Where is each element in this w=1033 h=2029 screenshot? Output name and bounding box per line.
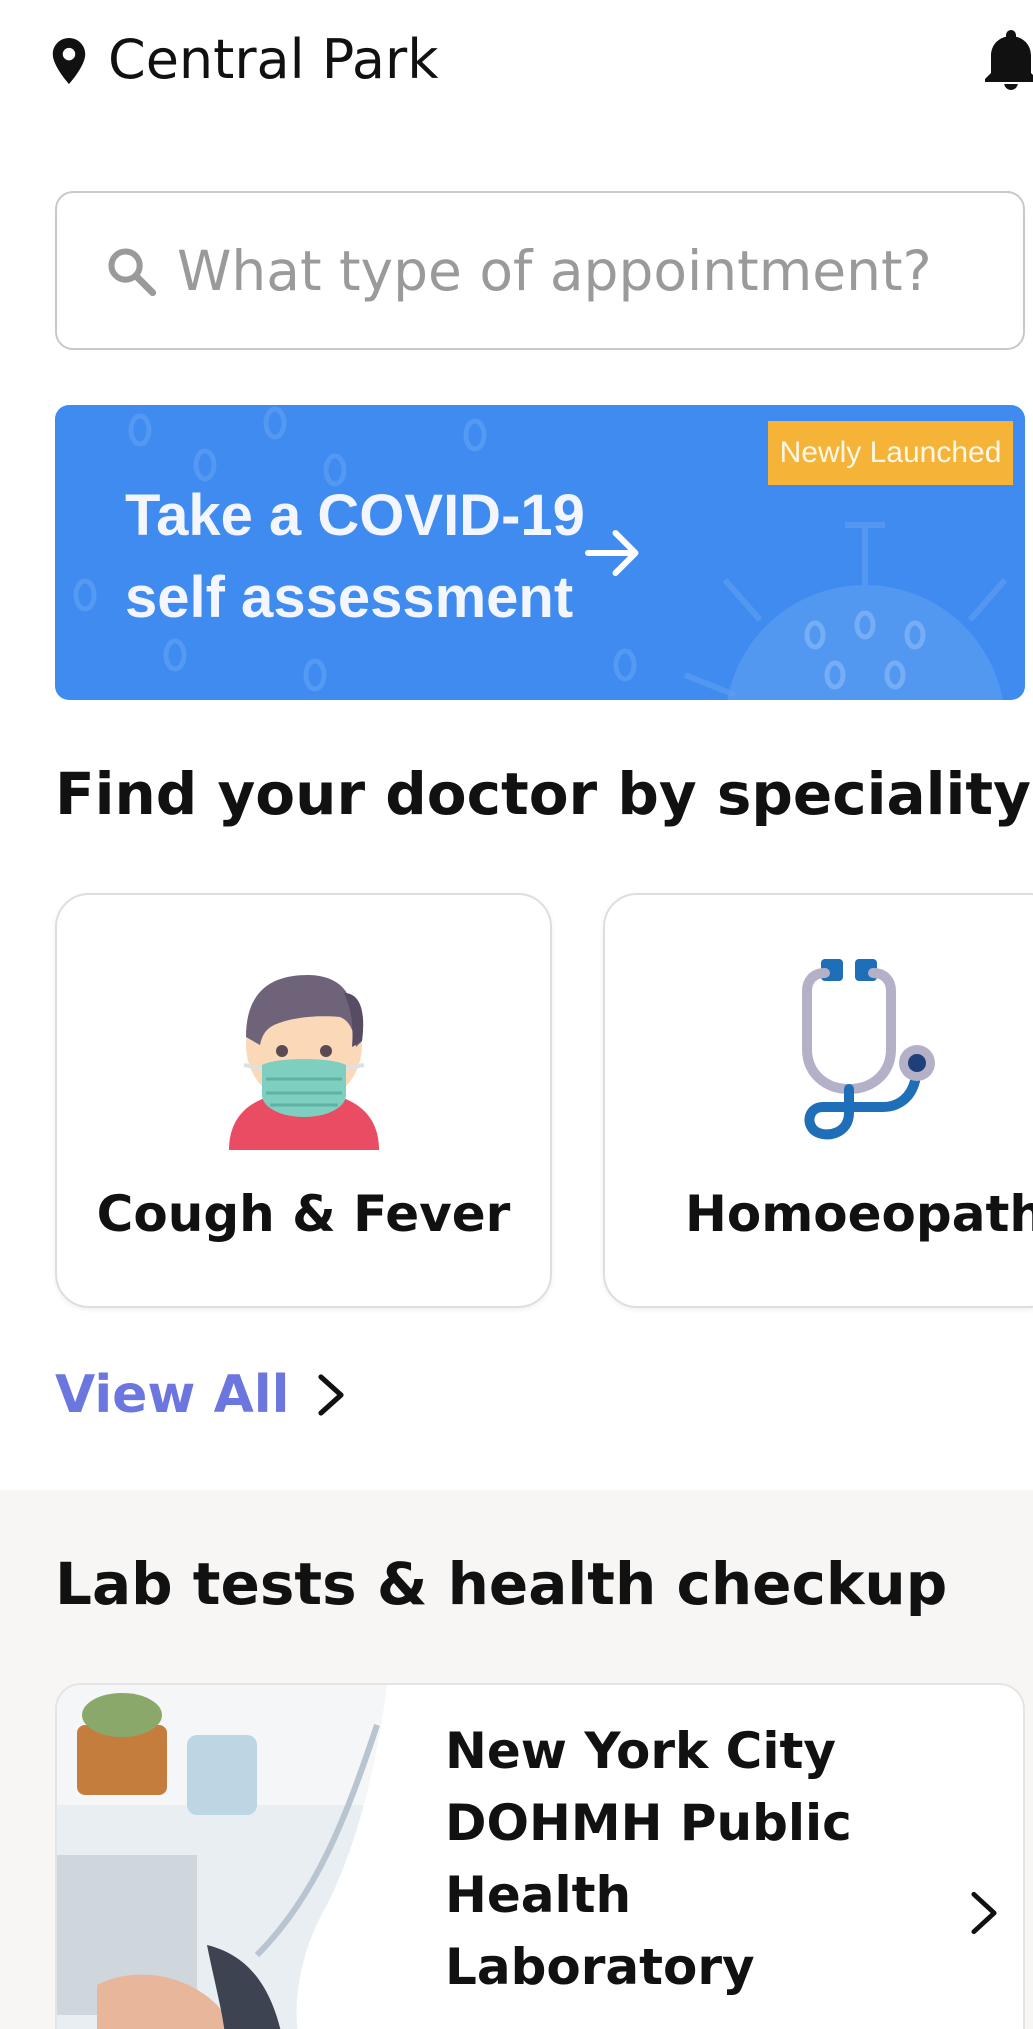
lab-tests-heading: Lab tests & health checkup (55, 1550, 948, 1618)
lab-card[interactable]: New York City DOHMH Public Health Labora… (55, 1683, 1025, 2029)
arrow-right-icon (585, 530, 639, 576)
doctor-photo (57, 1685, 417, 2029)
speciality-card-cough-fever[interactable]: Cough & Fever (55, 893, 552, 1308)
chevron-right-icon[interactable] (967, 1890, 1001, 1936)
lab-name: New York City DOHMH Public Health Labora… (445, 1722, 852, 1996)
masked-person-icon (228, 975, 379, 1150)
stethoscope-icon (802, 959, 935, 1140)
newly-launched-badge: Newly Launched (768, 421, 1013, 485)
search-box[interactable] (55, 191, 1025, 350)
speciality-heading: Find your doctor by speciality (55, 760, 1031, 828)
search-input[interactable] (177, 231, 997, 311)
banner-title: Take a COVID-19 self assessment (125, 483, 585, 630)
speciality-label: Cough & Fever (96, 1185, 511, 1243)
top-bar: Central Park (0, 0, 1033, 120)
location-pin-icon[interactable] (52, 38, 86, 84)
view-all-label: View All (55, 1365, 290, 1425)
speciality-card-homoeopath[interactable]: Homoeopath (603, 893, 1033, 1308)
view-all-link[interactable]: View All (55, 1365, 351, 1425)
speciality-label: Homoeopath (685, 1185, 1033, 1243)
chevron-right-icon (318, 1374, 345, 1416)
covid-assessment-banner[interactable]: Take a COVID-19 self assessment Newly La… (55, 405, 1025, 700)
notification-bell-icon[interactable] (985, 30, 1033, 90)
location-label[interactable]: Central Park (108, 26, 439, 94)
search-icon (108, 248, 157, 297)
